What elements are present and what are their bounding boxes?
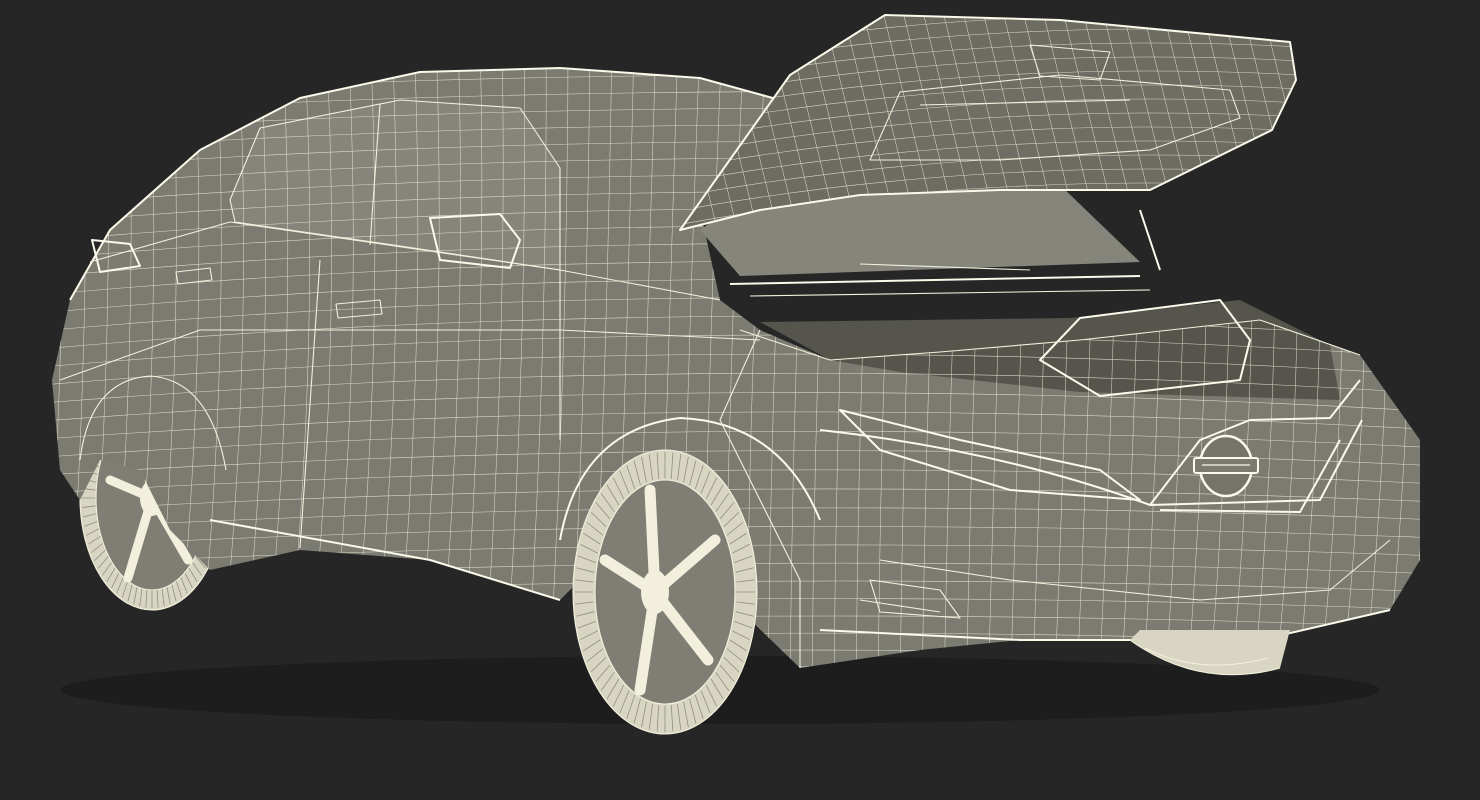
- mesh-line: [1320, 0, 1380, 240]
- mesh-line: [20, 40, 41, 700]
- hood-strut: [1139, 209, 1161, 271]
- car-wireframe-render: [20, 0, 1420, 735]
- render-viewport: [0, 0, 1480, 800]
- mesh-line: [1279, 15, 1296, 230]
- mesh-line: [1405, 68, 1420, 668]
- mesh-line: [1300, 0, 1360, 240]
- mesh-line: [52, 68, 64, 668]
- front-wheel: [572, 449, 758, 735]
